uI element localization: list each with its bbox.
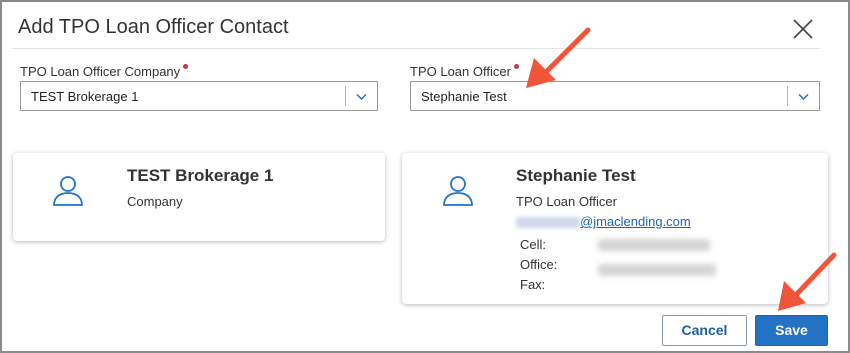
company-card: TEST Brokerage 1 Company: [13, 153, 385, 241]
company-select[interactable]: TEST Brokerage 1: [20, 81, 378, 111]
redacted-cell-number: [598, 239, 710, 251]
chevron-down-icon[interactable]: [797, 90, 810, 103]
officer-label-text: TPO Loan Officer: [410, 64, 511, 79]
company-card-name: TEST Brokerage 1: [127, 166, 274, 185]
person-icon: [53, 176, 83, 206]
close-icon: [793, 19, 813, 39]
cell-label: Cell:: [520, 237, 547, 252]
person-icon: [443, 176, 473, 206]
select-separator: [345, 86, 346, 106]
dialog-title: Add TPO Loan Officer Contact: [18, 16, 289, 38]
officer-card: Stephanie Test TPO Loan Officer @jmaclen…: [402, 153, 828, 304]
officer-select[interactable]: Stephanie Test: [410, 81, 820, 111]
chevron-down-icon[interactable]: [355, 90, 368, 103]
officer-card-name: Stephanie Test: [516, 166, 636, 185]
officer-card-role: TPO Loan Officer: [516, 194, 617, 209]
officer-email-link[interactable]: @jmaclending.com: [516, 214, 691, 229]
cancel-button[interactable]: Cancel: [662, 315, 747, 346]
required-indicator: [513, 64, 519, 69]
office-label: Office:: [520, 257, 558, 272]
close-button[interactable]: [790, 16, 816, 42]
company-card-role: Company: [127, 194, 183, 209]
officer-select-value: Stephanie Test: [421, 89, 507, 104]
add-contact-dialog: Add TPO Loan Officer Contact TPO Loan Of…: [0, 0, 850, 353]
fax-label: Fax:: [520, 277, 546, 292]
select-separator: [787, 86, 788, 106]
title-divider: [12, 48, 820, 49]
officer-field-label: TPO Loan Officer: [410, 64, 519, 79]
company-field-label: TPO Loan Officer Company: [20, 64, 189, 79]
required-indicator: [183, 64, 189, 69]
redacted-office-number: [598, 264, 716, 276]
officer-email-domain: @jmaclending.com: [580, 214, 691, 229]
company-label-text: TPO Loan Officer Company: [20, 64, 181, 79]
redacted-email-user: [516, 217, 580, 229]
company-select-value: TEST Brokerage 1: [31, 89, 139, 104]
save-button[interactable]: Save: [755, 315, 828, 346]
